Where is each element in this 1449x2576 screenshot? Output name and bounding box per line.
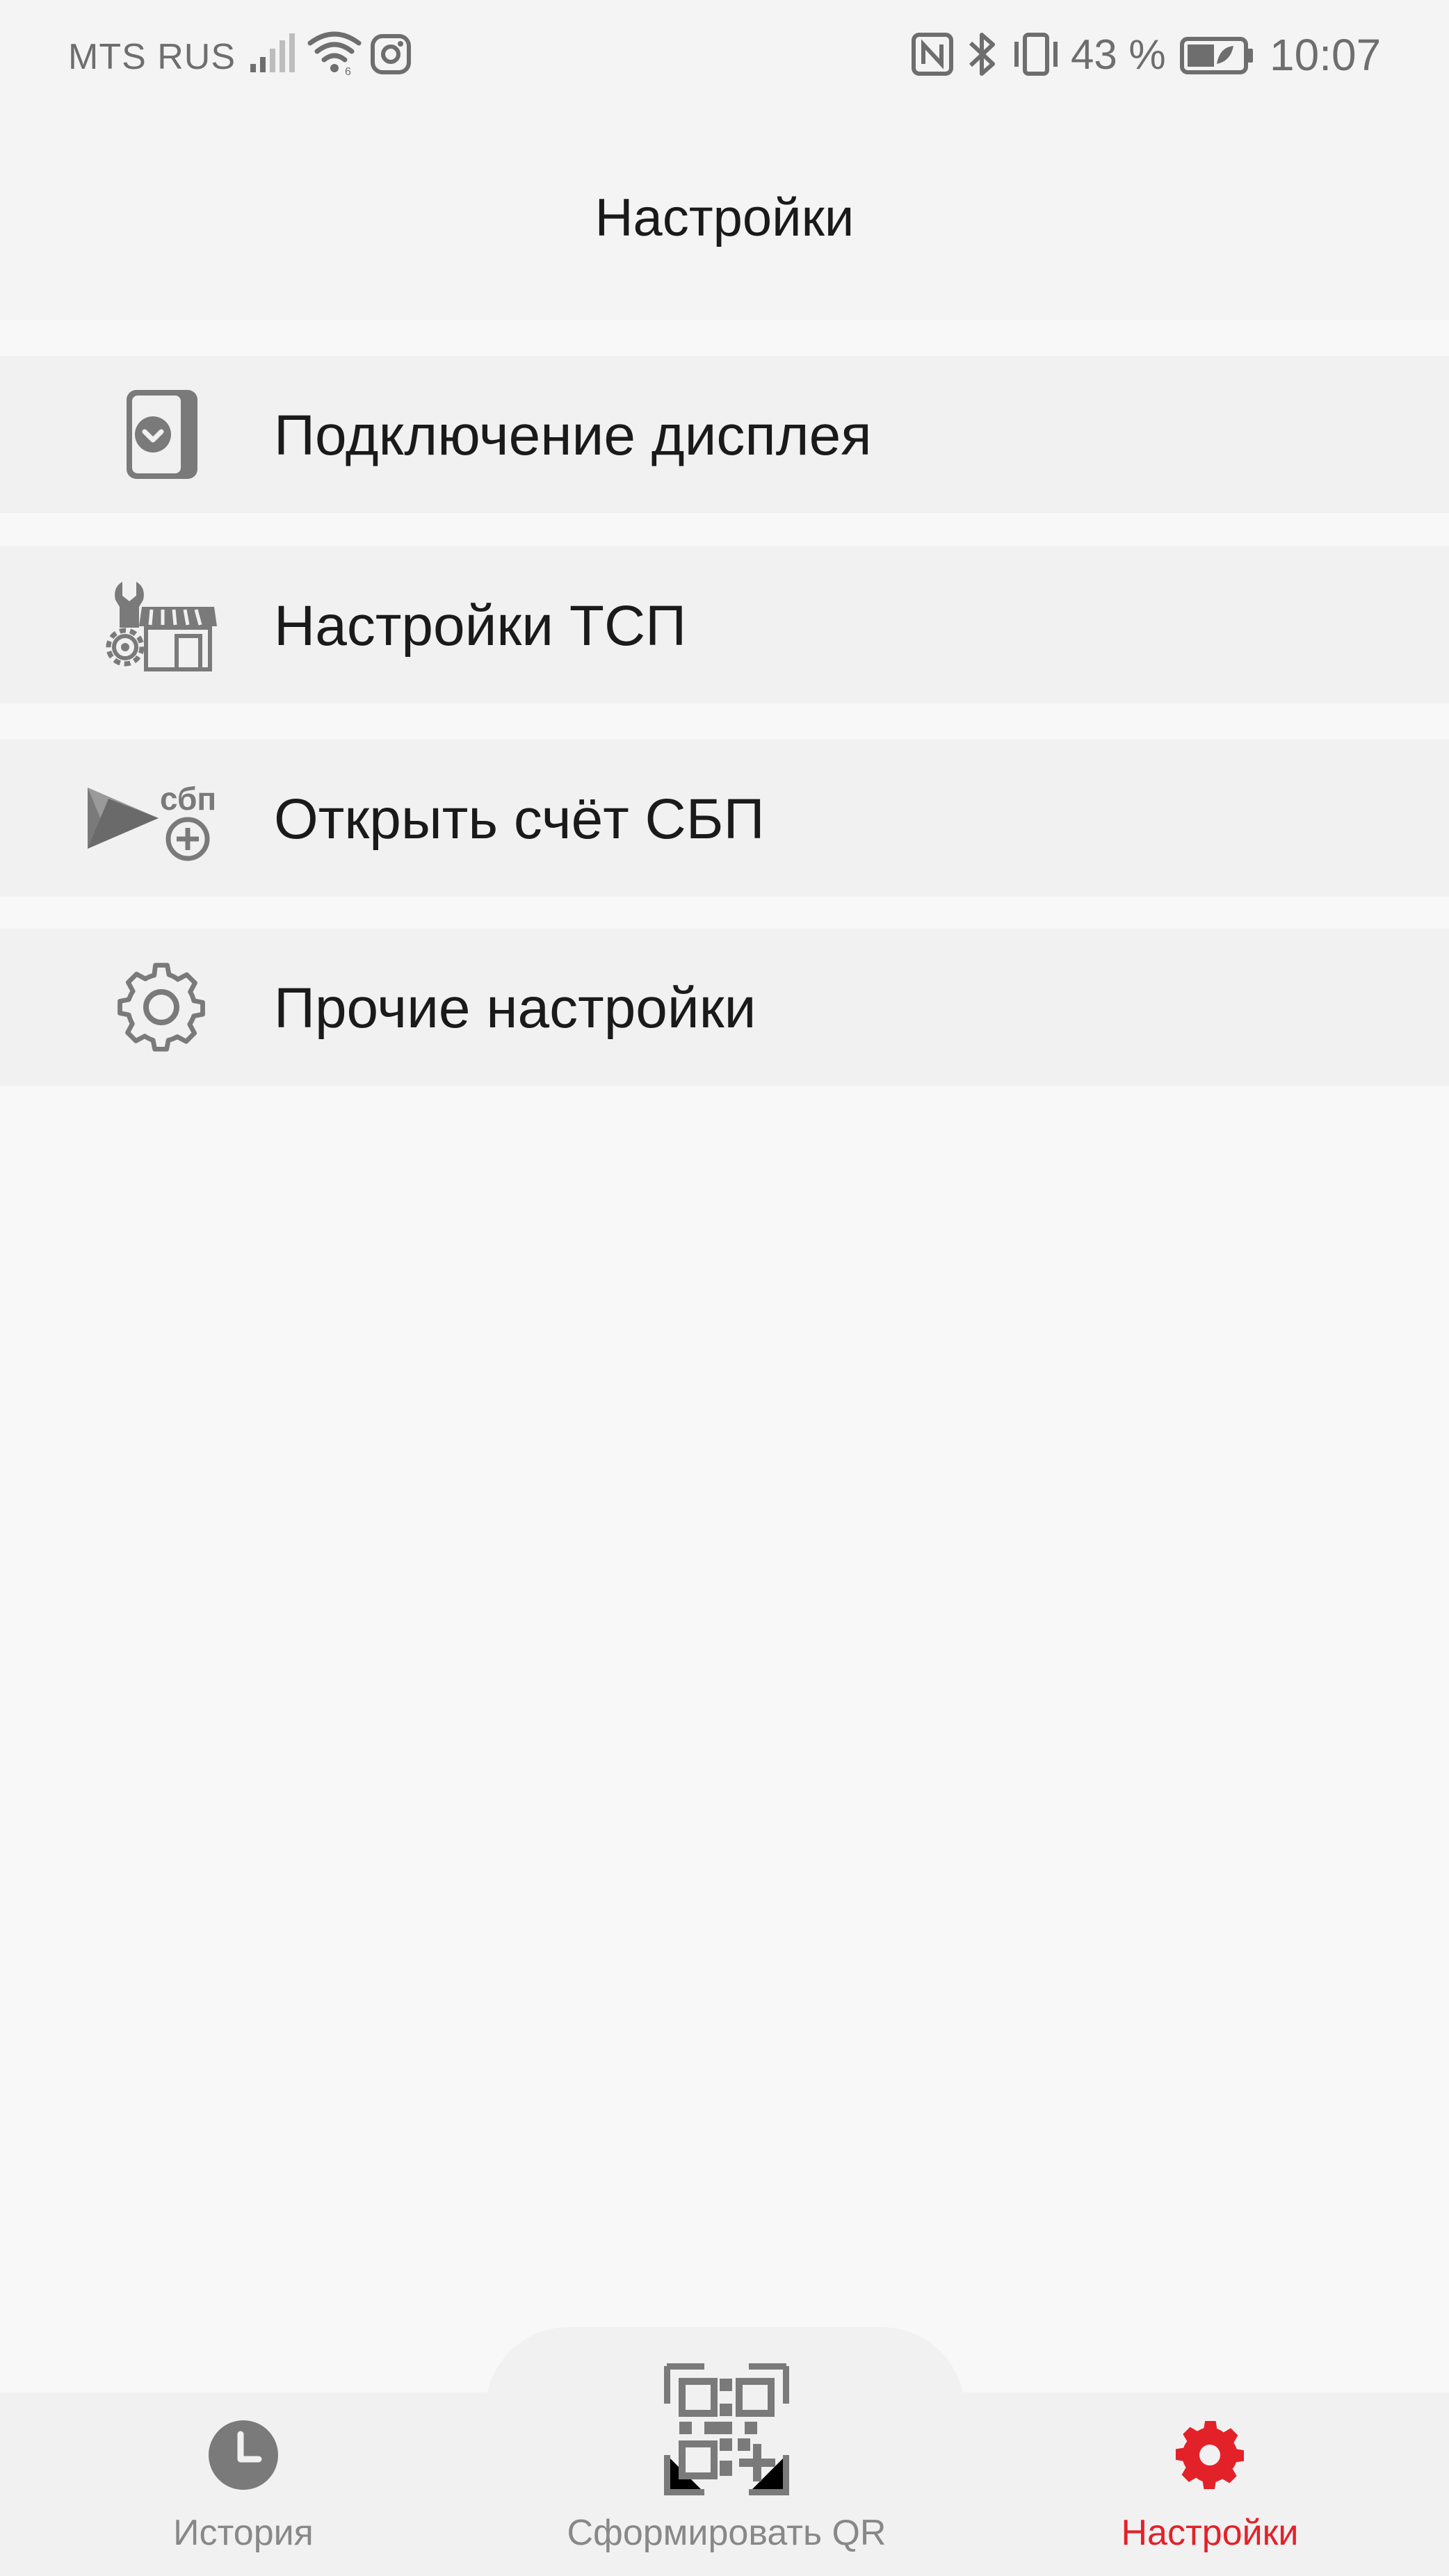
svg-text:6: 6	[345, 66, 351, 76]
menu-item-label: Прочие настройки	[274, 977, 756, 1040]
wifi-icon: 6	[307, 31, 362, 80]
menu-item-label: Настройки ТСП	[274, 594, 687, 658]
menu-item-open-sbp-account[interactable]: сбп Открыть счёт СБП	[0, 740, 1449, 897]
sbp-account-icon: сбп	[83, 771, 243, 865]
vibrate-icon	[1008, 32, 1064, 80]
nav-label-settings: Настройки	[1121, 2513, 1299, 2553]
clock-icon	[207, 2419, 280, 2495]
menu-item-other-settings[interactable]: Прочие настройки	[0, 929, 1449, 1086]
status-time: 10:07	[1270, 30, 1382, 80]
qr-code-icon	[663, 2363, 790, 2499]
gear-icon	[1174, 2419, 1246, 2495]
instagram-icon	[370, 33, 412, 79]
gear-icon	[83, 960, 243, 1054]
battery-percent: 43 %	[1071, 31, 1166, 78]
menu-item-label: Подключение дисплея	[274, 404, 872, 467]
nav-item-history[interactable]: История	[139, 2419, 348, 2576]
sbp-logo-text: сбп	[160, 781, 216, 817]
menu-item-store-settings[interactable]: Настройки ТСП	[0, 546, 1449, 703]
settings-screen: MTS RUS 6 43 % 10:07 Настройки Подключен…	[0, 0, 1449, 2576]
nav-item-generate-qr[interactable]: Сформировать QR	[542, 2363, 911, 2576]
carrier-name: MTS RUS	[68, 37, 236, 77]
battery-icon	[1179, 36, 1254, 79]
menu-item-display-connection[interactable]: Подключение дисплея	[0, 356, 1449, 513]
nfc-icon	[911, 32, 954, 80]
nav-label-generate-qr: Сформировать QR	[567, 2513, 887, 2553]
status-bar: MTS RUS 6 43 % 10:07	[0, 0, 1449, 111]
bluetooth-icon	[966, 31, 998, 81]
nav-item-settings[interactable]: Настройки	[1099, 2419, 1321, 2576]
nav-label-history: История	[173, 2513, 314, 2553]
signal-icon	[249, 32, 298, 77]
page-title: Настройки	[594, 188, 855, 247]
store-settings-icon	[83, 578, 243, 672]
app-header: Настройки	[0, 111, 1449, 320]
menu-item-label: Открыть счёт СБП	[274, 788, 765, 851]
display-connect-icon	[83, 387, 243, 482]
